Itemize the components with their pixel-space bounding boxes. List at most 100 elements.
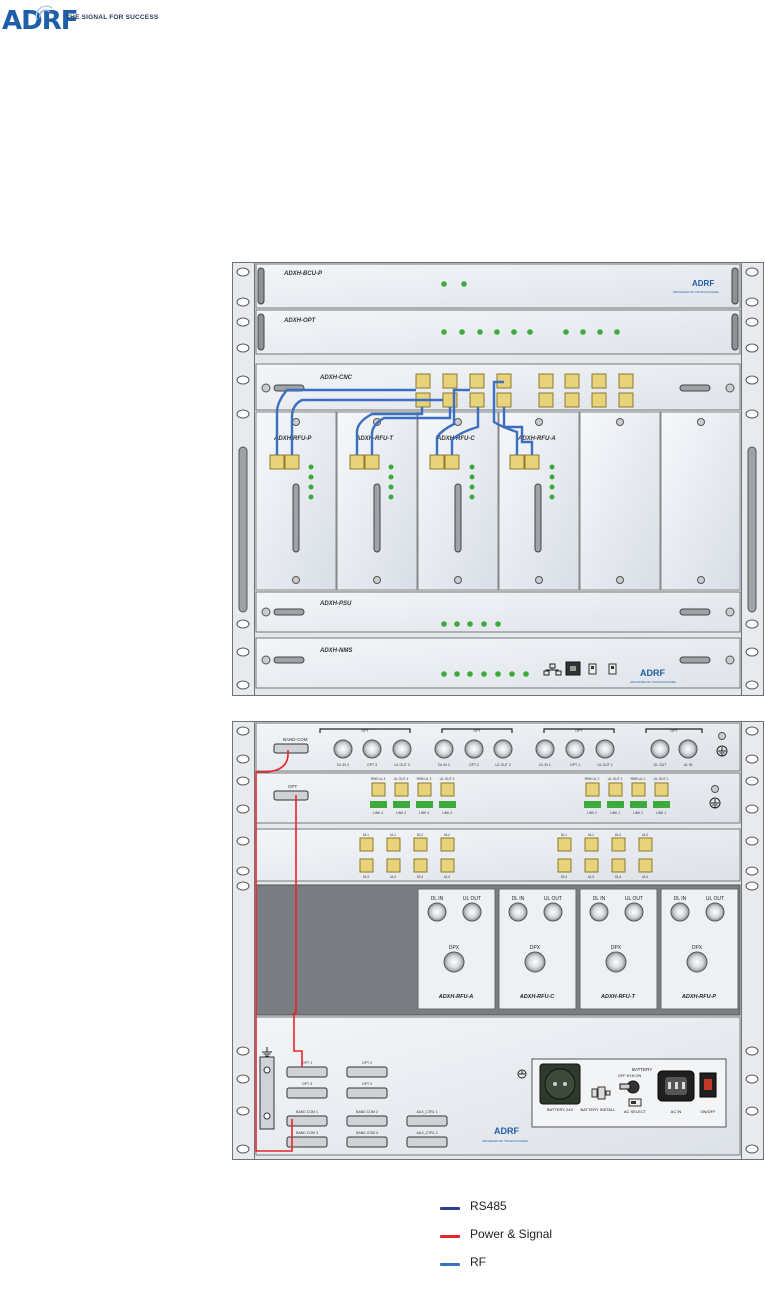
rf-label-3: UL OUT 3 (394, 763, 410, 767)
opt-label-l1: RHB UL 4 (371, 777, 386, 781)
rfu-a-dpx: DPX (449, 945, 460, 951)
opt-link-r2: LINK 1 (610, 811, 620, 815)
cnc-top-r4: UL2 (642, 833, 648, 837)
module-label-rfu-t: ADXH-RFU-T (355, 436, 394, 442)
signal-waves-icon (35, 5, 53, 21)
legend-label-rs485: RS485 (470, 1199, 507, 1213)
rf-label-8: OPT 1 (570, 763, 580, 767)
rf-label-9: UL OUT 1 (597, 763, 613, 767)
ac-in-label: AC IN (671, 1109, 682, 1114)
db-opt1: OPT 1 (302, 1061, 312, 1065)
rfu-c-dl: DL IN (512, 896, 525, 902)
brand-sub-nms: ADVANCED RF TECHNOLOGIES (630, 680, 676, 684)
opt-label-l4: UL OUT 3 (440, 777, 455, 781)
brand-logo-nms: ADRF (640, 668, 665, 678)
front-panel-diagram: ADXH-BCU-P ADRF ADVANCED RF TECHNOLOGIES… (232, 262, 764, 696)
cnc-bot-l1: DL3 (363, 875, 369, 879)
rf-group-1: OPT (361, 729, 369, 733)
db-bandcom1: BAND COM 1 (296, 1110, 318, 1114)
cnc-bot-r3: DL4 (615, 875, 621, 879)
rfu-t-dpx: DPX (611, 945, 622, 951)
db-aux2: AUX_CTRL 2 (416, 1131, 437, 1135)
cnc-top-r2: UL1 (588, 833, 594, 837)
opt-label-r4: UL OUT 1 (654, 777, 669, 781)
cnc-top-l4: UL2 (444, 833, 450, 837)
rf-group-2: OPT (473, 729, 481, 733)
db-opt4: OPT 4 (362, 1082, 372, 1086)
battery-label: BATTERY (632, 1067, 652, 1072)
legend-swatch-rf (440, 1263, 460, 1266)
rfu-p-dpx: DPX (692, 945, 703, 951)
rf-label-1: DL IN 3 (337, 763, 349, 767)
legend-label-rf: RF (470, 1255, 486, 1269)
legend-swatch-rs485 (440, 1207, 460, 1210)
opt-link-r3: LINK 2 (633, 811, 643, 815)
module-label-opt: ADXH-OPT (283, 318, 317, 324)
cnc-top-r3: DL2 (615, 833, 621, 837)
brand-logo-bcu: ADRF (692, 279, 714, 288)
rf-label-6: UL OUT 2 (495, 763, 511, 767)
db-opt3: OPT 3 (302, 1082, 312, 1086)
rfu-c-dpx: DPX (530, 945, 541, 951)
rfu-c-ul: UL OUT (544, 896, 562, 902)
db-bandcom2: BAND COM 2 (356, 1110, 378, 1114)
cable-legend: RS485 Power & Signal RF (440, 1198, 640, 1282)
cnc-top-l3: DL2 (417, 833, 423, 837)
opt-link-l3: LINK 4 (419, 811, 429, 815)
battery-install-label: BATTERY INSTALL (580, 1107, 616, 1112)
brand-sub-rear: ADVANCED RF TECHNOLOGIES (482, 1139, 528, 1143)
rfu-a-ul: UL OUT (463, 896, 481, 902)
rfu-a-name: ADXH-RFU-A (438, 994, 474, 1000)
opt-label-l3: RHB UL 3 (417, 777, 432, 781)
rear-panel-diagram: BAND-COM DL IN 3 OPT 3 UL OUT 3 DL IN 2 … (232, 721, 764, 1160)
legend-swatch-power (440, 1235, 460, 1238)
cnc-bot-l3: DL4 (417, 875, 423, 879)
module-label-bcu: ADXH-BCU-P (283, 271, 323, 277)
module-label-cnc: ADXH-CNC (319, 375, 353, 381)
rfu-p-name: ADXH-RFU-P (681, 994, 717, 1000)
battery-states: OFF EXN ON (618, 1074, 641, 1078)
logo-tagline: THE SIGNAL FOR SUCCESS (66, 14, 159, 21)
opt-link-l2: LINK 3 (396, 811, 406, 815)
cnc-bot-r1: DL3 (561, 875, 567, 879)
rfu-t-ul: UL OUT (625, 896, 643, 902)
rfu-p-ul: UL OUT (706, 896, 724, 902)
cnc-bot-l4: UL4 (444, 875, 450, 879)
rf-label-11: UL IN (684, 763, 693, 767)
rf-label-5: OPT 2 (469, 763, 479, 767)
ground-icon-opt (709, 797, 721, 809)
opt-label-r1: RHB UL 2 (585, 777, 600, 781)
module-label-psu: ADXH-PSU (319, 601, 352, 607)
port-label-opt: OPT (288, 784, 298, 789)
ground-icon-bcu (716, 745, 728, 757)
rfu-t-name: ADXH-RFU-T (600, 994, 636, 1000)
rf-label-10: DL OUT (654, 763, 668, 767)
opt-link-l1: LINK 4 (373, 811, 383, 815)
opt-label-l2: UL OUT 4 (394, 777, 409, 781)
cnc-top-l2: UL1 (390, 833, 396, 837)
rf-group-3: OPT (575, 729, 583, 733)
opt-label-r2: UL OUT 2 (608, 777, 623, 781)
rfu-p-dl: DL IN (674, 896, 687, 902)
rfu-a-dl: DL IN (431, 896, 444, 902)
legend-item-power: Power & Signal (440, 1226, 640, 1246)
rf-label-7: DL IN 1 (539, 763, 551, 767)
cnc-top-r1: DL1 (561, 833, 567, 837)
brand-logo-rear: ADRF (494, 1126, 519, 1136)
opt-link-r4: LINK 1 (656, 811, 666, 815)
cnc-top-l1: DL1 (363, 833, 369, 837)
brand-sub-bcu: ADVANCED RF TECHNOLOGIES (673, 290, 719, 294)
cnc-bot-r4: UL4 (642, 875, 648, 879)
db-opt2: OPT 2 (362, 1061, 372, 1065)
rfu-c-name: ADXH-RFU-C (519, 994, 556, 1000)
battery-conn-label: BATTERY 24V (547, 1107, 574, 1112)
opt-link-r1: LINK 2 (587, 811, 597, 815)
db-bandcom3: BAND COM 3 (296, 1131, 318, 1135)
opt-label-r3: RHB UL 1 (631, 777, 646, 781)
opt-link-l4: LINK 3 (442, 811, 452, 815)
cnc-bot-l2: UL3 (390, 875, 396, 879)
db-aux1: AUX_CTRL 1 (416, 1110, 437, 1114)
cnc-bot-r2: UL3 (588, 875, 594, 879)
ac-select-label: AC SELECT (624, 1109, 647, 1114)
legend-item-rf: RF (440, 1254, 640, 1274)
